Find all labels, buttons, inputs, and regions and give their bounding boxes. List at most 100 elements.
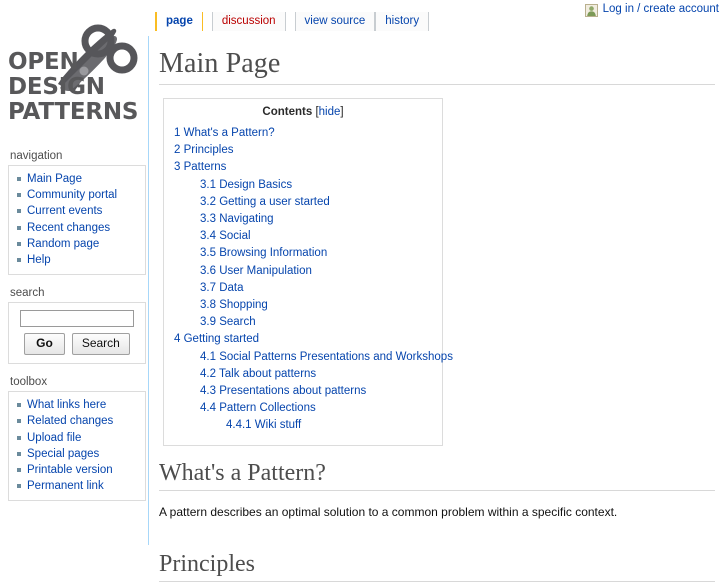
sidebar-link[interactable]: Main Page bbox=[27, 173, 82, 185]
toc-item[interactable]: 4 Getting started bbox=[174, 331, 432, 348]
toc-link[interactable]: 4.1 Social Patterns Presentations and Wo… bbox=[200, 351, 453, 363]
toc-item[interactable]: 3.5 Browsing Information bbox=[174, 245, 432, 262]
toolbox-list: What links here Related changes Upload f… bbox=[9, 397, 145, 494]
toc-text: Presentations about patterns bbox=[219, 385, 367, 398]
toc-item[interactable]: 3.1 Design Basics bbox=[174, 177, 432, 194]
toc-item[interactable]: 3.7 Data bbox=[174, 280, 432, 297]
toc-link[interactable]: 1 What's a Pattern? bbox=[174, 127, 275, 139]
toc-item[interactable]: 3.2 Getting a user started bbox=[174, 194, 432, 211]
search-go-button[interactable]: Go bbox=[24, 333, 65, 356]
sidebar-item-related-changes[interactable]: Related changes bbox=[9, 413, 145, 429]
sidebar-link[interactable]: What links here bbox=[27, 399, 106, 411]
toc-item[interactable]: 3 Patterns bbox=[174, 159, 432, 176]
toc-link[interactable]: 4.3 Presentations about patterns bbox=[200, 385, 366, 397]
toc-item[interactable]: 4.4 Pattern Collections bbox=[174, 400, 432, 417]
portlet-search: search Go Search bbox=[0, 285, 148, 365]
toc-item[interactable]: 2 Principles bbox=[174, 142, 432, 159]
sidebar-link[interactable]: Permanent link bbox=[27, 480, 104, 492]
sidebar-item-recent-changes[interactable]: Recent changes bbox=[9, 220, 145, 236]
login-create-account-link[interactable]: Log in / create account bbox=[603, 3, 719, 15]
toc-item[interactable]: 3.3 Navigating bbox=[174, 211, 432, 228]
toc-text: Navigating bbox=[219, 213, 274, 226]
toc-item[interactable]: 3.8 Shopping bbox=[174, 297, 432, 314]
sidebar-item-printable-version[interactable]: Printable version bbox=[9, 462, 145, 478]
toc-link[interactable]: 3.4 Social bbox=[200, 230, 251, 242]
table-of-contents: Contents [hide] 1 What's a Pattern? 2 Pr… bbox=[163, 98, 453, 446]
toc-item[interactable]: 3.9 Search bbox=[174, 314, 432, 331]
toc-number: 2 bbox=[174, 144, 181, 157]
toc-text: Principles bbox=[183, 144, 234, 157]
toc-link[interactable]: 4.2 Talk about patterns bbox=[200, 368, 316, 380]
user-avatar-icon bbox=[584, 3, 598, 17]
toc-link[interactable]: 3.1 Design Basics bbox=[200, 179, 292, 191]
search-input[interactable] bbox=[20, 310, 134, 328]
sidebar-item-permanent-link[interactable]: Permanent link bbox=[9, 478, 145, 494]
toc-link[interactable]: 3.9 Search bbox=[200, 316, 256, 328]
toc-link[interactable]: 3.5 Browsing Information bbox=[200, 247, 327, 259]
sidebar-link[interactable]: Recent changes bbox=[27, 222, 110, 234]
sidebar-link[interactable]: Help bbox=[27, 254, 51, 266]
tab-history[interactable]: history bbox=[375, 12, 430, 31]
sidebar-link[interactable]: Special pages bbox=[27, 448, 99, 460]
toc-number: 3.7 bbox=[200, 281, 216, 294]
heading-whats-a-pattern: What's a Pattern? bbox=[159, 460, 715, 491]
sidebar-link[interactable]: Upload file bbox=[27, 432, 81, 444]
sidebar: navigation Main Page Community portal Cu… bbox=[0, 148, 148, 511]
toc-text: Design Basics bbox=[219, 178, 293, 191]
toc-hide-link[interactable]: hide bbox=[319, 106, 341, 118]
toc-title: Contents [hide] bbox=[174, 106, 432, 118]
portlet-search-body: Go Search bbox=[8, 302, 146, 365]
toc-link[interactable]: 3.3 Navigating bbox=[200, 213, 274, 225]
toc-link[interactable]: 3.6 User Manipulation bbox=[200, 265, 312, 277]
wordmark-line-3: PATTERNS bbox=[8, 99, 139, 125]
toc-link[interactable]: 3.2 Getting a user started bbox=[200, 196, 330, 208]
tab-view-source[interactable]: view source bbox=[294, 12, 376, 31]
toc-text: Wiki stuff bbox=[254, 419, 302, 432]
sidebar-link[interactable]: Printable version bbox=[27, 464, 113, 476]
sidebar-item-special-pages[interactable]: Special pages bbox=[9, 446, 145, 462]
toc-item[interactable]: 3.6 User Manipulation bbox=[174, 263, 432, 280]
sidebar-link[interactable]: Related changes bbox=[27, 415, 113, 427]
toc-link[interactable]: 4.4.1 Wiki stuff bbox=[226, 419, 301, 431]
sidebar-link[interactable]: Random page bbox=[27, 238, 99, 250]
site-logo[interactable]: OPEN DESIGN PATTERNS bbox=[0, 8, 148, 136]
toc-item[interactable]: 4.2 Talk about patterns bbox=[174, 366, 432, 383]
sidebar-item-random-page[interactable]: Random page bbox=[9, 236, 145, 252]
toc-link[interactable]: 4 Getting started bbox=[174, 333, 259, 345]
toc-link[interactable]: 4.4 Pattern Collections bbox=[200, 402, 316, 414]
sidebar-item-help[interactable]: Help bbox=[9, 252, 145, 268]
sidebar-link[interactable]: Community portal bbox=[27, 189, 117, 201]
sidebar-item-what-links-here[interactable]: What links here bbox=[9, 397, 145, 413]
page-tabs: page discussion view source history bbox=[155, 12, 430, 36]
toc-text: Shopping bbox=[219, 299, 268, 312]
sidebar-item-main-page[interactable]: Main Page bbox=[9, 171, 145, 187]
toc-link[interactable]: 3.7 Data bbox=[200, 282, 244, 294]
wiki-page: OPEN DESIGN PATTERNS Log in / create acc… bbox=[0, 0, 727, 582]
tab-page[interactable]: page bbox=[155, 12, 203, 31]
toc-item[interactable]: 4.1 Social Patterns Presentations and Wo… bbox=[174, 349, 453, 366]
toc-item[interactable]: 1 What's a Pattern? bbox=[174, 125, 432, 142]
search-submit-button[interactable]: Search bbox=[71, 333, 130, 356]
toc-text: User Manipulation bbox=[219, 264, 312, 277]
toc-text: Social Patterns Presentations and Worksh… bbox=[219, 350, 453, 363]
toc-text: Search bbox=[219, 316, 256, 329]
toc-link[interactable]: 3.8 Shopping bbox=[200, 299, 268, 311]
toc-number: 3 bbox=[174, 161, 181, 174]
toc-item[interactable]: 4.4.1 Wiki stuff bbox=[174, 417, 432, 434]
toc-link[interactable]: 2 Principles bbox=[174, 144, 233, 156]
wordmark-line-2: DESIGN bbox=[8, 74, 105, 100]
toc-link[interactable]: 3 Patterns bbox=[174, 161, 226, 173]
tab-discussion[interactable]: discussion bbox=[211, 12, 286, 31]
toc-number: 4.3 bbox=[200, 385, 216, 398]
portlet-navigation-title: navigation bbox=[10, 150, 63, 162]
toc-item[interactable]: 4.3 Presentations about patterns bbox=[174, 383, 432, 400]
sidebar-item-current-events[interactable]: Current events bbox=[9, 203, 145, 219]
toc-bracket-close: ] bbox=[340, 106, 344, 118]
toc-number: 3.6 bbox=[200, 264, 216, 277]
sidebar-link[interactable]: Current events bbox=[27, 205, 102, 217]
sidebar-item-upload-file[interactable]: Upload file bbox=[9, 430, 145, 446]
toc-text: What's a Pattern? bbox=[183, 127, 275, 139]
portlet-navigation: navigation Main Page Community portal Cu… bbox=[0, 148, 148, 276]
sidebar-item-community-portal[interactable]: Community portal bbox=[9, 187, 145, 203]
toc-item[interactable]: 3.4 Social bbox=[174, 228, 432, 245]
